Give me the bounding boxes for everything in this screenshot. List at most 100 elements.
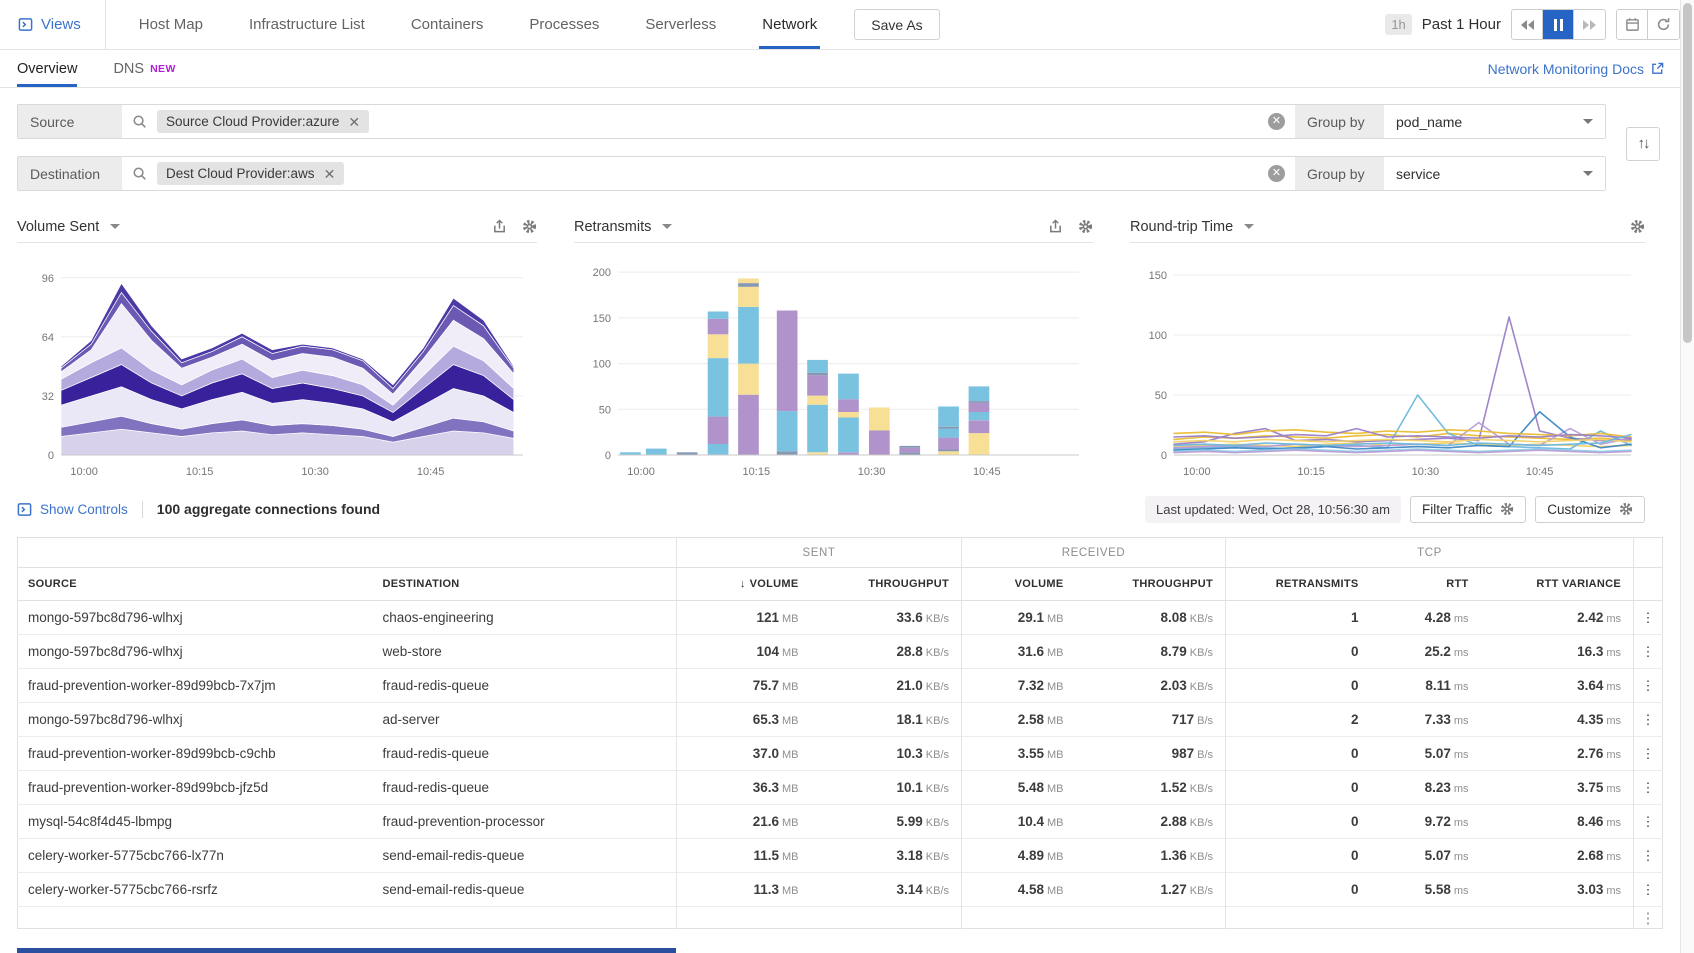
row-menu-button[interactable]: ⋮ — [1634, 601, 1663, 635]
connection-row[interactable]: celery-worker-5775cbc766-lx77nsend-email… — [18, 839, 1663, 873]
column-header-received-throughput[interactable]: THROUGHPUT — [1076, 568, 1226, 601]
gear-icon — [1619, 502, 1633, 516]
row-menu-button[interactable]: ⋮ — [1634, 703, 1663, 737]
source-filter-input[interactable]: Source Cloud Provider:azure ✕ ✕ — [122, 105, 1295, 138]
swap-source-destination-button[interactable]: ↑↓ — [1626, 127, 1660, 161]
chart-settings-button[interactable] — [1078, 219, 1093, 234]
sent-throughput-cell: 21.0KB/s — [811, 669, 962, 703]
calendar-button[interactable] — [1617, 10, 1648, 39]
connection-row[interactable]: celery-worker-5775cbc766-rsrfzsend-email… — [18, 873, 1663, 907]
remove-destination-tag-icon[interactable]: ✕ — [324, 167, 336, 181]
source-filter-tag[interactable]: Source Cloud Provider:azure ✕ — [157, 110, 369, 133]
tab-overview[interactable]: Overview — [17, 50, 77, 87]
round-trip-time-chart[interactable]: 05010015010:0010:1510:3010:45 — [1130, 249, 1643, 481]
column-header-sent-throughput[interactable]: THROUGHPUT — [811, 568, 962, 601]
retransmits-cell: 2 — [1226, 703, 1371, 737]
destination-cell: chaos-engineering — [373, 601, 677, 635]
source-group-by-select[interactable]: pod_name — [1384, 105, 1605, 138]
destination-group-by-select[interactable]: service — [1384, 157, 1605, 190]
nav-item-processes[interactable]: Processes — [506, 0, 622, 49]
nav-item-network[interactable]: Network — [739, 0, 840, 49]
chart-settings-button[interactable] — [522, 219, 537, 234]
time-forward-button[interactable] — [1574, 10, 1605, 39]
round-trip-time-panel: Round-trip Time 05010015010:0010:1510:30… — [1130, 211, 1645, 481]
network-monitoring-docs-link[interactable]: Network Monitoring Docs — [1488, 50, 1664, 87]
chevron-down-icon — [662, 224, 672, 229]
connection-row-partial[interactable]: ⋮ — [18, 907, 1663, 929]
column-header-sent-volume[interactable]: ↓VOLUME — [677, 568, 811, 601]
connection-row[interactable]: mongo-597bc8d796-wlhxjchaos-engineering1… — [18, 601, 1663, 635]
nav-item-host-map[interactable]: Host Map — [116, 0, 226, 49]
sent-volume-cell: 11.5MB — [677, 839, 811, 873]
round-trip-time-title-dropdown[interactable]: Round-trip Time — [1130, 219, 1254, 235]
time-backward-button[interactable] — [1512, 10, 1543, 39]
connection-row[interactable]: mongo-597bc8d796-wlhxjad-server65.3MB18.… — [18, 703, 1663, 737]
retransmits-cell: 0 — [1226, 839, 1371, 873]
views-button[interactable]: Views — [0, 0, 106, 49]
retransmits-cell: 0 — [1226, 635, 1371, 669]
svg-text:10:45: 10:45 — [1526, 466, 1554, 478]
rtt-variance-cell: 2.68ms — [1481, 839, 1634, 873]
refresh-button[interactable] — [1648, 10, 1679, 39]
scrollbar-thumb[interactable] — [1683, 3, 1692, 343]
results-count: 100 aggregate connections found — [157, 501, 380, 517]
column-header-received-volume[interactable]: VOLUME — [962, 568, 1076, 601]
customize-button[interactable]: Customize — [1535, 496, 1645, 523]
nav-item-containers[interactable]: Containers — [388, 0, 507, 49]
retransmits-cell: 0 — [1226, 771, 1371, 805]
nav-item-infrastructure-list[interactable]: Infrastructure List — [226, 0, 388, 49]
export-chart-button[interactable] — [492, 219, 507, 234]
received-volume-cell: 4.89MB — [962, 839, 1076, 873]
filters-section: Source Source Cloud Provider:azure ✕ ✕ G… — [0, 88, 1694, 203]
vertical-scrollbar[interactable] — [1680, 0, 1694, 953]
row-menu-button[interactable]: ⋮ — [1634, 669, 1663, 703]
row-menu-button[interactable]: ⋮ — [1634, 737, 1663, 771]
svg-text:100: 100 — [593, 359, 611, 371]
gear-icon — [1630, 219, 1645, 234]
column-header-destination[interactable]: DESTINATION — [373, 568, 677, 601]
destination-cell: send-email-redis-queue — [373, 839, 677, 873]
sort-descending-icon: ↓ — [740, 578, 746, 590]
connection-row[interactable]: mysql-54c8f4d45-lbmpgfraud-prevention-pr… — [18, 805, 1663, 839]
received-volume-cell: 31.6MB — [962, 635, 1076, 669]
row-menu-button[interactable]: ⋮ — [1634, 805, 1663, 839]
retransmits-chart[interactable]: 05010015020010:0010:1510:3010:45 — [574, 249, 1091, 481]
retransmits-title-dropdown[interactable]: Retransmits — [574, 219, 672, 235]
export-chart-button[interactable] — [1048, 219, 1063, 234]
svg-text:96: 96 — [42, 273, 54, 285]
connection-row[interactable]: fraud-prevention-worker-89d99bcb-c9chbfr… — [18, 737, 1663, 771]
connection-row[interactable]: mongo-597bc8d796-wlhxjweb-store104MB28.8… — [18, 635, 1663, 669]
connection-row[interactable]: fraud-prevention-worker-89d99bcb-jfz5dfr… — [18, 771, 1663, 805]
table-group-header-row: SENT RECEIVED TCP — [18, 538, 1663, 568]
row-menu-button[interactable]: ⋮ — [1634, 839, 1663, 873]
source-filter-row: Source Source Cloud Provider:azure ✕ ✕ G… — [17, 104, 1606, 139]
tab-dns[interactable]: DNS NEW — [113, 50, 175, 87]
remove-source-tag-icon[interactable]: ✕ — [348, 115, 360, 129]
partial-cell — [811, 907, 962, 929]
column-header-rtt[interactable]: RTT — [1371, 568, 1481, 601]
clear-source-filter-icon[interactable]: ✕ — [1268, 113, 1285, 130]
pause-button[interactable] — [1543, 10, 1574, 39]
column-header-retransmits[interactable]: RETRANSMITS — [1226, 568, 1371, 601]
connection-row[interactable]: fraud-prevention-worker-89d99bcb-7x7jmfr… — [18, 669, 1663, 703]
partial-cell — [1076, 907, 1226, 929]
row-menu-button[interactable]: ⋮ — [1634, 873, 1663, 907]
filter-traffic-button[interactable]: Filter Traffic — [1410, 496, 1526, 523]
clear-destination-filter-icon[interactable]: ✕ — [1268, 165, 1285, 182]
source-cell: mongo-597bc8d796-wlhxj — [18, 703, 373, 737]
row-menu-button[interactable]: ⋮ — [1634, 771, 1663, 805]
rtt-variance-cell: 8.46ms — [1481, 805, 1634, 839]
destination-filter-input[interactable]: Dest Cloud Provider:aws ✕ ✕ — [122, 157, 1295, 190]
sent-throughput-cell: 28.8KB/s — [811, 635, 962, 669]
destination-filter-tag[interactable]: Dest Cloud Provider:aws ✕ — [157, 162, 344, 185]
received-volume-cell: 4.58MB — [962, 873, 1076, 907]
column-header-rtt-variance[interactable]: RTT VARIANCE — [1481, 568, 1634, 601]
save-as-button[interactable]: Save As — [854, 9, 939, 40]
row-menu-button[interactable]: ⋮ — [1634, 635, 1663, 669]
chart-settings-button[interactable] — [1630, 219, 1645, 234]
nav-item-serverless[interactable]: Serverless — [622, 0, 739, 49]
volume-sent-title-dropdown[interactable]: Volume Sent — [17, 219, 120, 235]
column-header-source[interactable]: SOURCE — [18, 568, 373, 601]
show-controls-button[interactable]: Show Controls — [17, 502, 128, 517]
volume-sent-chart[interactable]: 032649610:0010:1510:3010:45 — [17, 249, 535, 481]
